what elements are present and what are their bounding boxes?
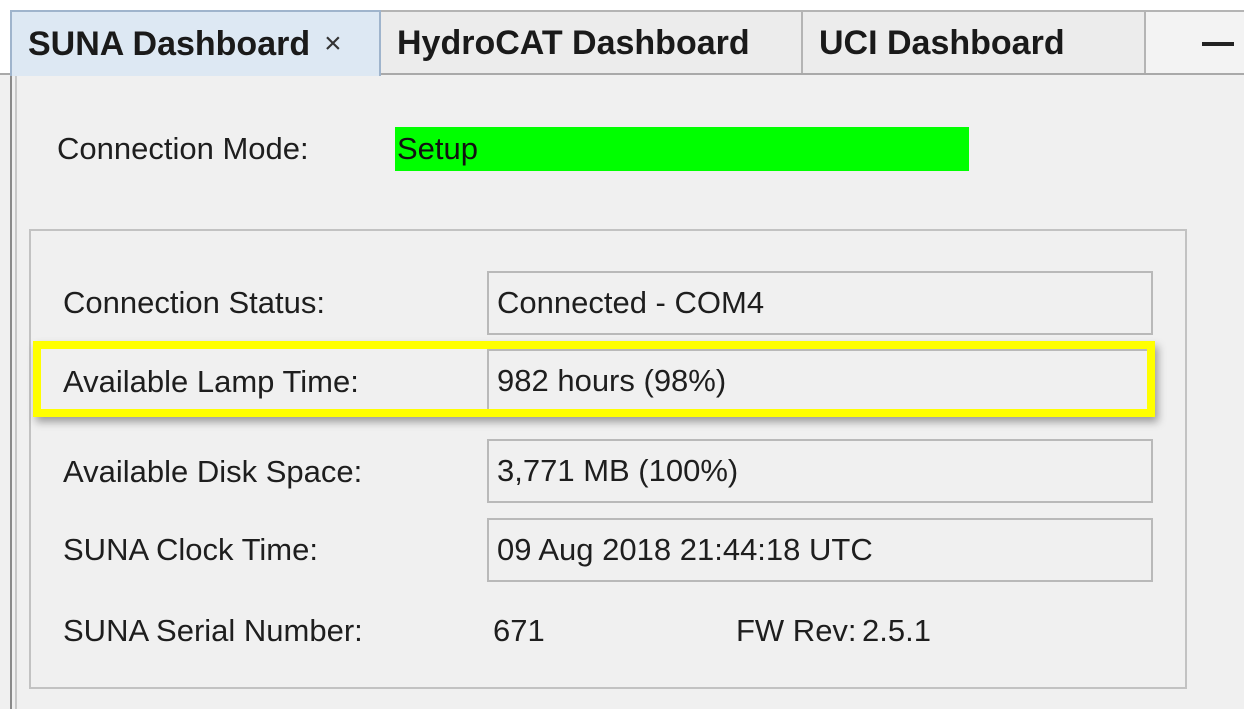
disk-space-field: 3,771 MB (100%) xyxy=(487,439,1153,503)
panel-border-inner xyxy=(15,75,17,709)
connection-status-field: Connected - COM4 xyxy=(487,271,1153,335)
lamp-time-field: 982 hours (98%) xyxy=(487,349,1153,413)
tab-hydrocat-dashboard[interactable]: HydroCAT Dashboard xyxy=(379,10,803,74)
serial-number-value: 671 xyxy=(493,613,545,648)
lamp-time-label: Available Lamp Time: xyxy=(63,364,359,399)
dashboard-panel: Connection Mode: Setup Connection Status… xyxy=(0,75,1244,709)
tab-label: SUNA Dashboard xyxy=(28,24,311,63)
close-icon[interactable]: × xyxy=(324,27,342,61)
connection-mode-label: Connection Mode: xyxy=(57,131,309,166)
tab-strip: SUNA Dashboard × HydroCAT Dashboard UCI … xyxy=(0,0,1244,76)
minimize-icon xyxy=(1202,42,1234,46)
fw-rev-value: 2.5.1 xyxy=(862,613,931,648)
tab-label: HydroCAT Dashboard xyxy=(397,23,750,62)
disk-space-label: Available Disk Space: xyxy=(63,454,363,489)
connection-mode-indicator: Setup xyxy=(395,127,969,171)
clock-time-field: 09 Aug 2018 21:44:18 UTC xyxy=(487,518,1153,582)
fw-rev-label: FW Rev: xyxy=(736,613,857,648)
tab-uci-dashboard[interactable]: UCI Dashboard xyxy=(801,10,1146,74)
connection-status-label: Connection Status: xyxy=(63,285,325,320)
tab-label: UCI Dashboard xyxy=(819,23,1065,62)
tab-suna-dashboard[interactable]: SUNA Dashboard × xyxy=(10,10,381,76)
serial-number-label: SUNA Serial Number: xyxy=(63,613,363,648)
panel-border xyxy=(10,75,12,709)
minimize-button[interactable] xyxy=(1144,10,1244,74)
clock-time-label: SUNA Clock Time: xyxy=(63,532,318,567)
